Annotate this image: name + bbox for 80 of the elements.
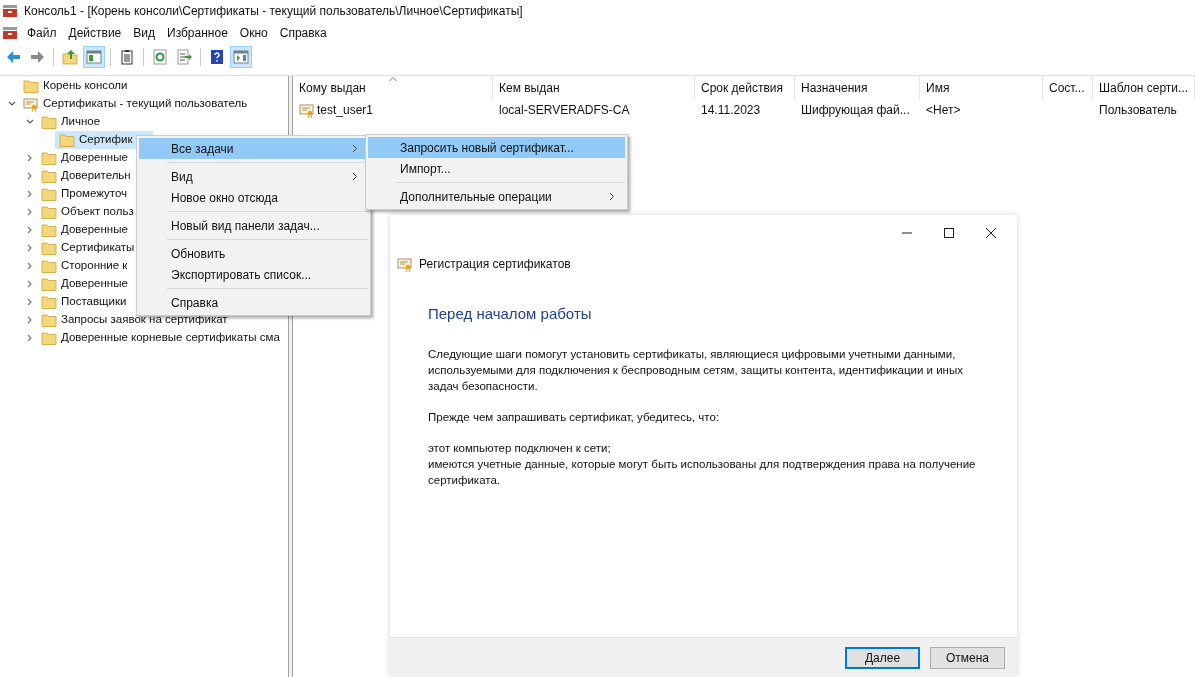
column-header[interactable]: Назначения: [795, 76, 920, 100]
folder-icon: [41, 313, 57, 327]
tree-item[interactable]: Корень консоли: [19, 77, 132, 95]
menu-item[interactable]: Импорт...: [368, 158, 625, 179]
window-title: Консоль1 - [Корень консоли\Сертификаты - текущий пользователь\Личное\Сертификаты]: [24, 3, 523, 20]
menu-bar-item[interactable]: Действие: [62, 24, 128, 42]
menu-bar-item[interactable]: Справка: [273, 24, 333, 42]
paragraph: этот компьютер подключен к сети; имеются учетные данные, которые могут быть использованы для подтверждения права на получение сертификата.: [428, 440, 977, 488]
clipboard-icon: [119, 49, 135, 65]
paragraph: Прежде чем запрашивать сертификат, убедитесь, что:: [428, 409, 720, 425]
tree-item[interactable]: Личное: [37, 113, 105, 131]
certificate-store-icon: [23, 96, 39, 112]
folder-icon: [23, 79, 39, 93]
tree-item[interactable]: Доверенные корневые сертификаты сма: [37, 329, 284, 347]
menu-bar-item[interactable]: Окно: [233, 24, 274, 42]
menu-item[interactable]: Дополнительные операции: [368, 186, 625, 207]
table-cell-text: Шифрующая фай...: [801, 102, 910, 119]
menu-item[interactable]: Экспортировать список...: [139, 264, 368, 285]
tree-item[interactable]: Сторонние к: [37, 257, 132, 275]
tree-item[interactable]: Доверенные: [37, 221, 132, 239]
folder-icon: [41, 205, 57, 219]
menu-bar-item[interactable]: Вид: [127, 24, 161, 42]
dialog-title: Регистрация сертификатов: [419, 256, 571, 273]
menu-bar-item[interactable]: Файл: [21, 24, 63, 42]
tree-item[interactable]: Поставщики: [37, 293, 131, 311]
tree-item[interactable]: Объект польз: [37, 203, 138, 221]
folder-icon: [41, 223, 57, 237]
tree-item[interactable]: Доверительн: [37, 167, 135, 185]
tree-item[interactable]: Доверенные: [37, 275, 132, 293]
table-cell-text: Пользователь: [1099, 102, 1177, 119]
certificate-icon: [397, 256, 413, 272]
folder-icon: [41, 115, 57, 129]
paragraph: Следующие шаги помогут установить сертификаты, являющиеся цифровыми учетными данными, используемыми для подключения к беспроводным сетям, защиты контента, идентификации и иных задач безопасности.: [428, 346, 964, 394]
menu-item[interactable]: Все задачи: [139, 138, 368, 159]
refresh-icon: [152, 49, 168, 65]
folder-icon: [41, 169, 57, 183]
menu-item[interactable]: Вид: [139, 166, 368, 187]
folder-icon: [41, 187, 57, 201]
action-pane-icon: [233, 49, 249, 65]
dialog-button[interactable]: Далее: [845, 646, 920, 669]
column-header[interactable]: Кем выдан: [493, 76, 695, 100]
menu-item[interactable]: Запросить новый сертификат...: [368, 137, 625, 158]
export-list-icon: [176, 49, 192, 65]
column-header[interactable]: Шаблон серти...: [1093, 76, 1195, 100]
help-icon: [209, 49, 225, 65]
column-header[interactable]: Кому выдан: [293, 76, 493, 100]
dialog-button[interactable]: Отмена: [930, 646, 1005, 669]
dialog-heading: Перед началом работы: [428, 304, 593, 324]
folder-icon: [41, 241, 57, 255]
toolbar-button[interactable]: [83, 46, 105, 68]
tree-item[interactable]: Промежуточ: [37, 185, 132, 203]
tree-item[interactable]: Запросы заявок на сертификат: [37, 311, 232, 329]
folder-icon: [41, 259, 57, 273]
certificate-icon: [299, 102, 315, 118]
menu-item[interactable]: Новый вид панели задач...: [139, 215, 368, 236]
table-cell-text: <Нет>: [926, 102, 961, 119]
sort-ascending-icon: [388, 76, 397, 82]
folder-icon: [59, 133, 75, 147]
back-arrow-icon: [5, 49, 21, 65]
folder-icon: [41, 151, 57, 165]
folder-icon: [41, 331, 57, 345]
folder-icon: [41, 295, 57, 309]
tree-item[interactable]: Доверенные: [37, 149, 132, 167]
tree-item[interactable]: Сертификаты: [37, 239, 139, 257]
menu-item[interactable]: Новое окно отсюда: [139, 187, 368, 208]
column-header[interactable]: Имя: [920, 76, 1043, 100]
table-cell-text: 14.11.2023: [701, 102, 761, 119]
table-cell-text: local-SERVERADFS-CA: [499, 102, 630, 119]
menu-bar-item[interactable]: Избранное: [161, 24, 234, 42]
column-header[interactable]: Срок действия: [695, 76, 795, 100]
toolbar-button[interactable]: [230, 46, 252, 68]
table-cell-text: test_user1: [317, 102, 374, 119]
column-header[interactable]: Сост...: [1043, 76, 1093, 100]
folder-up-icon: [62, 49, 78, 65]
tree-pane-icon: [86, 49, 102, 65]
tree-item[interactable]: Сертификаты - текущий пользователь: [19, 95, 252, 113]
menu-item[interactable]: Обновить: [139, 243, 368, 264]
folder-icon: [41, 277, 57, 291]
menu-item[interactable]: Справка: [139, 292, 368, 313]
forward-arrow-icon: [29, 49, 45, 65]
